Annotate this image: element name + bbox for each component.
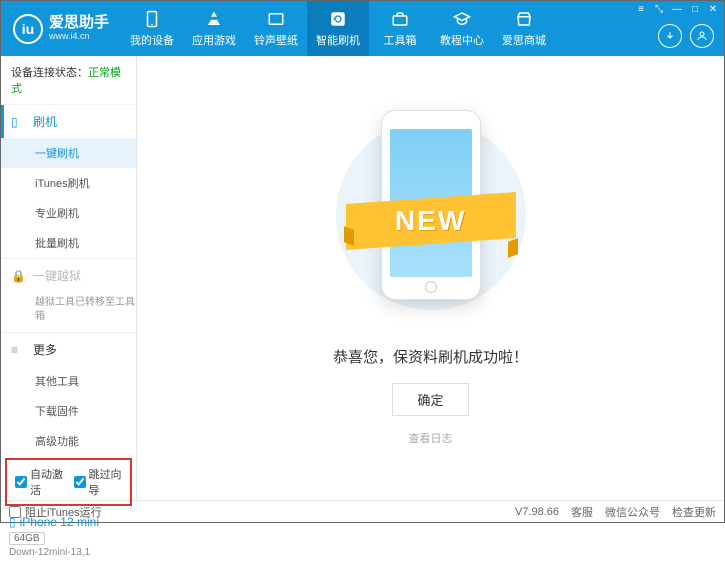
sidebar-flash-head[interactable]: ▯ 刷机 bbox=[1, 105, 136, 138]
sidebar-jailbreak-head[interactable]: 🔒 一键越狱 bbox=[1, 259, 136, 292]
storage-badge: 64GB bbox=[9, 532, 45, 545]
connection-status: 设备连接状态：正常模式 bbox=[1, 56, 136, 104]
close-icon[interactable]: ✕ bbox=[706, 3, 720, 17]
main-content: NEW 恭喜您，保资料刷机成功啦！ 确定 查看日志 bbox=[137, 56, 724, 500]
skip-guide-checkbox[interactable]: 跳过向导 bbox=[74, 466, 123, 498]
graduation-icon bbox=[452, 9, 472, 29]
header-actions bbox=[658, 24, 714, 48]
nav-apps[interactable]: 应用游戏 bbox=[183, 1, 245, 56]
jailbreak-note: 越狱工具已转移至工具箱 bbox=[1, 292, 136, 332]
check-update-link[interactable]: 检查更新 bbox=[672, 504, 716, 520]
lock-icon: 🔒 bbox=[11, 269, 27, 283]
service-link[interactable]: 客服 bbox=[571, 504, 593, 520]
success-message: 恭喜您，保资料刷机成功啦！ bbox=[333, 346, 528, 367]
nav-label: 爱思商城 bbox=[502, 32, 546, 48]
app-header: iu 爱思助手 www.i4.cn 我的设备 应用游戏 铃声壁纸 智能刷机 工具… bbox=[1, 1, 724, 56]
nav-label: 工具箱 bbox=[384, 32, 417, 48]
device-model: Down-12mini-13,1 bbox=[9, 547, 128, 558]
nav-label: 应用游戏 bbox=[192, 32, 236, 48]
menu-icon[interactable]: ≡ bbox=[634, 3, 648, 17]
list-icon: ≡ bbox=[11, 343, 27, 357]
app-url: www.i4.cn bbox=[49, 32, 109, 42]
ok-button[interactable]: 确定 bbox=[392, 383, 468, 416]
phone-icon bbox=[142, 9, 162, 29]
nav-ringtones[interactable]: 铃声壁纸 bbox=[245, 1, 307, 56]
new-badge: NEW bbox=[395, 205, 466, 237]
nav-label: 铃声壁纸 bbox=[254, 32, 298, 48]
sidebar-item-itunes[interactable]: iTunes刷机 bbox=[1, 168, 136, 198]
nav-store[interactable]: 爱思商城 bbox=[493, 1, 555, 56]
nav-flash[interactable]: 智能刷机 bbox=[307, 1, 369, 56]
options-row: 自动激活 跳过向导 bbox=[5, 458, 132, 506]
wallpaper-icon bbox=[266, 9, 286, 29]
sidebar-item-oneclick[interactable]: 一键刷机 bbox=[1, 138, 136, 168]
logo: iu 爱思助手 www.i4.cn bbox=[1, 14, 121, 44]
wechat-link[interactable]: 微信公众号 bbox=[605, 504, 660, 520]
nav-tutorials[interactable]: 教程中心 bbox=[431, 1, 493, 56]
view-log-link[interactable]: 查看日志 bbox=[409, 430, 453, 446]
sidebar-item-other[interactable]: 其他工具 bbox=[1, 366, 136, 396]
version-label: V7.98.66 bbox=[515, 506, 559, 518]
top-nav: 我的设备 应用游戏 铃声壁纸 智能刷机 工具箱 教程中心 爱思商城 bbox=[121, 1, 555, 56]
minimize-icon[interactable]: — bbox=[670, 3, 684, 17]
download-button[interactable] bbox=[658, 24, 682, 48]
sidebar: 设备连接状态：正常模式 ▯ 刷机 一键刷机 iTunes刷机 专业刷机 批量刷机… bbox=[1, 56, 137, 500]
toolbox-icon bbox=[390, 9, 410, 29]
nav-toolbox[interactable]: 工具箱 bbox=[369, 1, 431, 56]
apps-icon bbox=[204, 9, 224, 29]
block-itunes-checkbox[interactable]: 阻止iTunes运行 bbox=[9, 504, 102, 520]
nav-label: 教程中心 bbox=[440, 32, 484, 48]
user-button[interactable] bbox=[690, 24, 714, 48]
success-illustration: NEW bbox=[346, 110, 516, 330]
sidebar-item-download[interactable]: 下载固件 bbox=[1, 396, 136, 426]
maximize-icon[interactable]: □ bbox=[688, 3, 702, 17]
window-controls: ≡ ⤡ — □ ✕ bbox=[634, 3, 720, 17]
pin-icon[interactable]: ⤡ bbox=[652, 3, 666, 17]
logo-icon: iu bbox=[13, 14, 43, 44]
sidebar-item-advanced[interactable]: 高级功能 bbox=[1, 426, 136, 456]
sidebar-item-batch[interactable]: 批量刷机 bbox=[1, 228, 136, 258]
store-icon bbox=[514, 9, 534, 29]
refresh-icon bbox=[328, 9, 348, 29]
nav-my-device[interactable]: 我的设备 bbox=[121, 1, 183, 56]
auto-activate-checkbox[interactable]: 自动激活 bbox=[15, 466, 64, 498]
nav-label: 智能刷机 bbox=[316, 32, 360, 48]
sidebar-item-pro[interactable]: 专业刷机 bbox=[1, 198, 136, 228]
nav-label: 我的设备 bbox=[130, 32, 174, 48]
sidebar-more-head[interactable]: ≡ 更多 bbox=[1, 333, 136, 366]
app-title: 爱思助手 bbox=[49, 15, 109, 32]
phone-icon: ▯ bbox=[11, 115, 27, 129]
